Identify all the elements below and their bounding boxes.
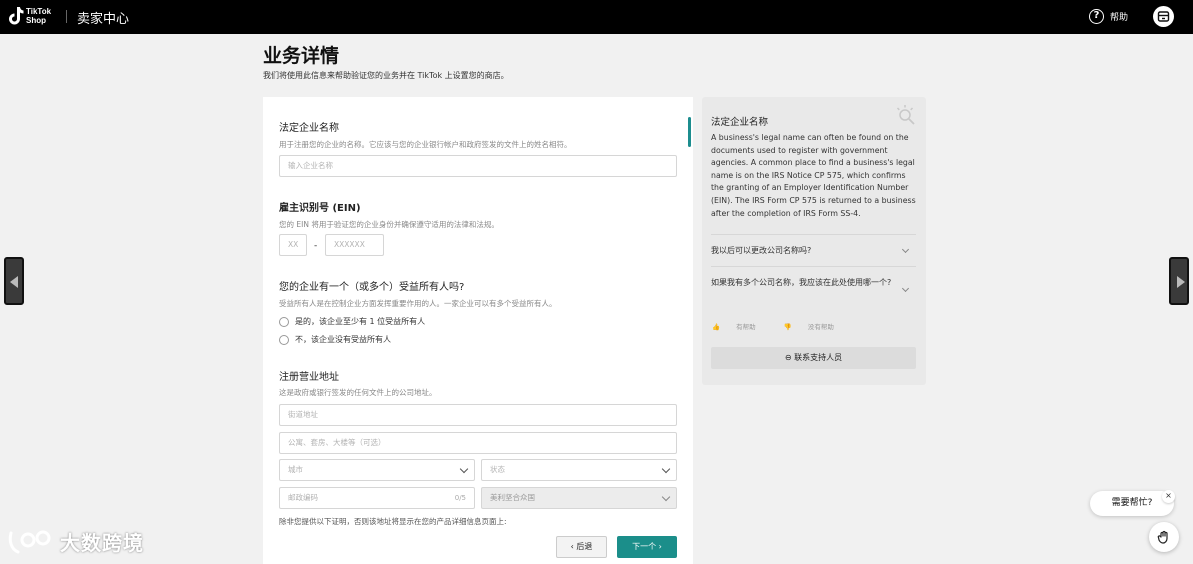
street-address-input[interactable]: 街道地址	[279, 404, 677, 426]
app-title: 卖家中心	[77, 12, 130, 27]
chevron-right-icon: ›	[658, 542, 662, 551]
tiktok-shop-logo[interactable]: TikTok Shop	[8, 6, 51, 26]
ein-separator: -	[314, 241, 318, 251]
legal-name-input[interactable]: 输入企业名称	[279, 155, 677, 177]
next-label: 下一个	[632, 542, 657, 551]
help-panel-body: A business's legal name can often be fou…	[711, 133, 916, 218]
thumbs-down-icon: 👎	[783, 323, 794, 331]
chevron-left-icon: ‹	[570, 542, 574, 551]
faq-item[interactable]: 我以后可以更改公司名称吗?	[711, 234, 916, 266]
logo-line-1: TikTok	[26, 7, 52, 16]
business-details-form: 法定企业名称 用于注册您的企业的名称。它应该与您的企业银行帐户和政府签发的文件上…	[263, 97, 693, 564]
help-label: 帮助	[1110, 13, 1129, 23]
chevron-down-icon	[901, 284, 910, 293]
contact-support-label: 联系支持人员	[794, 353, 843, 362]
beneficial-owner-desc: 受益所有人是在控制企业方面发挥重要作用的人。一家企业可以有多个受益所有人。	[279, 299, 557, 308]
not-helpful-label: 没有帮助	[807, 323, 834, 331]
question-circle-icon: ?	[1089, 9, 1104, 24]
ein-part2-input[interactable]: XXXXXX	[325, 234, 384, 256]
country-value: 美利坚合众国	[490, 493, 535, 502]
logo-line-2: Shop	[26, 16, 46, 25]
back-button[interactable]: ‹ 后退	[556, 536, 607, 558]
radio-option-yes[interactable]: 是的，该企业至少有 1 位受益所有人	[279, 316, 425, 327]
support-chat-button[interactable]	[1149, 522, 1179, 552]
chevron-down-icon	[661, 492, 671, 502]
ein-part1-input[interactable]: XX	[279, 234, 307, 256]
radio-label: 不，该企业没有受益所有人	[295, 335, 391, 344]
ein-title: 雇主识别号 (EIN)	[279, 203, 361, 214]
state-select-placeholder: 状态	[490, 465, 505, 474]
arrow-right-icon	[1177, 276, 1185, 288]
arrow-left-icon	[10, 276, 18, 288]
back-label: 后退	[576, 542, 593, 551]
thumbs-up-icon: 👍	[712, 323, 723, 331]
radio-label: 是的，该企业至少有 1 位受益所有人	[295, 317, 426, 326]
watermark: 大数跨境	[8, 527, 144, 556]
page-title: 业务详情	[263, 45, 340, 67]
zip-code-input[interactable]: 邮政编码 0/5	[279, 487, 475, 509]
apartment-input[interactable]: 公寓、套房、大楼等（可选）	[279, 432, 677, 454]
store-avatar[interactable]	[1153, 6, 1174, 27]
radio-option-no[interactable]: 不，该企业没有受益所有人	[279, 334, 391, 345]
chevron-down-icon	[901, 245, 910, 254]
hand-wave-icon	[1157, 530, 1168, 544]
previous-slide-button[interactable]	[4, 257, 24, 305]
legal-name-title: 法定企业名称	[279, 123, 339, 134]
lightbulb-icon	[896, 105, 915, 125]
next-button[interactable]: 下一个 ›	[617, 536, 677, 558]
city-select[interactable]: 城市	[279, 459, 475, 481]
chevron-down-icon	[459, 464, 469, 474]
top-bar: TikTok Shop 卖家中心 ? 帮助	[0, 0, 1193, 34]
address-title: 注册营业地址	[279, 372, 339, 383]
legal-name-desc: 用于注册您的企业的名称。它应该与您的企业银行帐户和政府签发的文件上的姓名相符。	[279, 140, 572, 149]
watermark-text: 大数跨境	[60, 531, 144, 555]
beneficial-owner-title: 您的企业有一个（或多个）受益所有人吗?	[279, 282, 465, 293]
helpful-button[interactable]: 👍 有帮助	[712, 321, 770, 331]
address-desc: 这是政府或银行签发的任何文件上的公司地址。	[279, 388, 437, 397]
city-select-placeholder: 城市	[288, 465, 303, 474]
chevron-down-icon	[661, 464, 671, 474]
help-panel-title: 法定企业名称	[711, 117, 769, 128]
close-icon[interactable]: ×	[1162, 490, 1175, 503]
faq-question: 我以后可以更改公司名称吗?	[711, 246, 812, 255]
form-scrollbar[interactable]	[688, 117, 691, 147]
country-select: 美利坚合众国	[481, 487, 677, 509]
not-helpful-button[interactable]: 👎 没有帮助	[784, 321, 848, 331]
radio-button[interactable]	[279, 334, 289, 345]
help-panel: 法定企业名称 A business's legal name can often…	[702, 97, 926, 385]
ein-desc: 您的 EIN 将用于验证您的企业身份并确保遵守适用的法律和法规。	[279, 220, 499, 229]
contact-support-button[interactable]: ⊖ 联系支持人员	[711, 347, 916, 369]
help-button[interactable]: ? 帮助	[1089, 9, 1128, 24]
zip-char-counter: 0/5	[454, 494, 466, 502]
feedback-row: 👍 有帮助 👎 没有帮助	[712, 321, 862, 331]
watermark-logo-icon	[8, 530, 51, 553]
radio-button[interactable]	[279, 316, 289, 327]
faq-question: 如果我有多个公司名称，我应该在此处使用哪一个?	[711, 278, 892, 287]
store-icon	[1157, 11, 1170, 22]
state-select[interactable]: 状态	[481, 459, 677, 481]
faq-item[interactable]: 如果我有多个公司名称，我应该在此处使用哪一个?	[711, 266, 916, 310]
helpful-label: 有帮助	[736, 323, 756, 331]
logo-divider	[66, 10, 67, 23]
address-display-note: 除非您提供以下证明，否则该地址将显示在您的产品详细信息页面上:	[279, 517, 507, 526]
next-slide-button[interactable]	[1169, 257, 1189, 305]
zip-code-placeholder: 邮政编码	[288, 493, 318, 502]
page-subtitle: 我们将使用此信息来帮助验证您的业务并在 TikTok 上设置您的商店。	[263, 71, 509, 80]
tiktok-logo-icon	[8, 6, 24, 26]
chat-bubble-icon: ⊖	[784, 353, 795, 362]
